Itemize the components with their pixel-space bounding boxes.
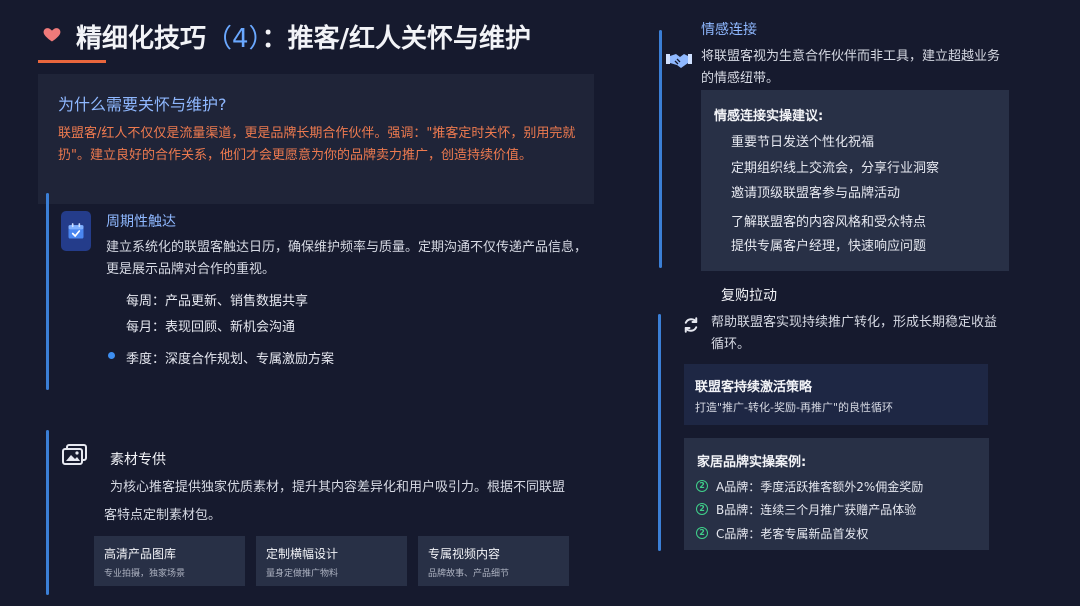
emotion-tip-5: 提供专属客户经理，快速响应问题 <box>731 239 927 254</box>
heart-icon <box>42 24 64 46</box>
periodic-text: 建立系统化的联盟客触达日历，确保维护频率与质量。定期沟通不仅传递产品信息，更是展… <box>106 240 588 277</box>
handshake-icon <box>666 51 692 73</box>
emotion-heading: 情感连接 <box>701 22 757 38</box>
case-item-a: A品牌：季度活跃推客额外2%佣金奖励 <box>716 480 924 494</box>
periodic-heading: 周期性触达 <box>106 214 176 230</box>
emotion-text: 将联盟客视为生意合作伙伴而非工具，建立超越业务的情感纽带。 <box>701 49 1001 86</box>
tile-product-gallery: 高清产品图库 专业拍摄，独家场景 <box>94 536 245 586</box>
refresh-icon <box>682 316 700 338</box>
emotion-tip-4: 了解联盟客的内容风格和受众特点 <box>731 215 927 230</box>
title-prefix: 精细化技巧 <box>76 24 207 54</box>
emotion-tip-3: 邀请顶级联盟客参与品牌活动 <box>731 186 901 201</box>
periodic-item-monthly: 每月：表现回顾、新机会沟通 <box>126 320 296 335</box>
tile-title: 定制横幅设计 <box>266 547 339 561</box>
tile-sub: 量身定做推广物料 <box>266 569 339 579</box>
repurchase-heading: 复购拉动 <box>721 288 777 304</box>
title-number: （4） <box>206 24 262 54</box>
tile-exclusive-video: 专属视频内容 品牌故事、产品细节 <box>418 536 569 586</box>
case-title: 家居品牌实操案例: <box>697 455 807 470</box>
materials-text-line1: 为核心推客提供独家优质素材，提升其内容差异化和用户吸引力。根据不同联盟 <box>110 480 566 495</box>
image-gallery-icon <box>62 444 88 470</box>
case-item-b: B品牌：连续三个月推广获赠产品体验 <box>716 503 917 517</box>
strategy-title: 联盟客持续激活策略 <box>695 380 813 395</box>
emotion-tip-1: 重要节日发送个性化祝福 <box>731 135 875 150</box>
materials-text-line2: 客特点定制素材包。 <box>104 508 222 523</box>
check-circle-icon: 2 <box>696 503 708 515</box>
title-suffix: ：推客/红人关怀与维护 <box>261 24 532 54</box>
title-underline <box>38 60 106 63</box>
why-heading: 为什么需要关怀与维护? <box>58 95 227 114</box>
periodic-item-quarterly: 季度：深度合作规划、专属激励方案 <box>126 352 335 367</box>
materials-card-bar <box>46 430 49 595</box>
check-circle-icon: 2 <box>696 480 708 492</box>
check-circle-icon: 2 <box>696 527 708 539</box>
tile-title: 高清产品图库 <box>104 547 177 561</box>
emotion-tip-2: 定期组织线上交流会，分享行业洞察 <box>731 161 940 176</box>
tile-sub: 专业拍摄，独家场景 <box>104 569 186 579</box>
page-title: 精细化技巧（4）：推客/红人关怀与维护 <box>76 18 531 55</box>
bullet-dot <box>108 352 115 359</box>
repurchase-text: 帮助联盟客实现持续推广转化，形成长期稳定收益循环。 <box>711 315 998 352</box>
emotion-card-bar <box>659 30 662 268</box>
emotion-panel-title: 情感连接实操建议: <box>714 109 824 124</box>
tile-title: 专属视频内容 <box>428 547 501 561</box>
periodic-item-weekly: 每周：产品更新、销售数据共享 <box>126 294 309 309</box>
calendar-icon <box>61 211 91 251</box>
tile-sub: 品牌故事、产品细节 <box>428 569 510 579</box>
periodic-card-bar <box>46 193 49 390</box>
why-text: 联盟客/红人不仅仅是流量渠道，更是品牌长期合作伙伴。强调："推客定时关怀，别用完… <box>58 126 576 163</box>
repurchase-card-bar <box>658 314 661 551</box>
tile-custom-banner: 定制横幅设计 量身定做推广物料 <box>256 536 407 586</box>
materials-heading: 素材专供 <box>110 452 166 468</box>
case-item-c: C品牌：老客专属新品首发权 <box>716 527 869 541</box>
strategy-text: 打造"推广-转化-奖励-再推广"的良性循环 <box>695 401 894 414</box>
